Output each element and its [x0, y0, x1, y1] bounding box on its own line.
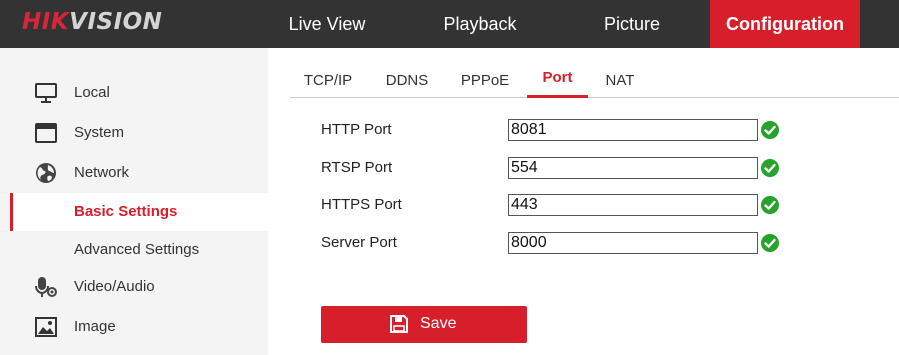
https-port-valid-icon [761, 196, 779, 214]
window-icon [35, 123, 57, 143]
sidebar-item-label: Advanced Settings [74, 241, 200, 258]
sidebar-item-system[interactable]: System [0, 113, 268, 153]
sidebar-item-label: Video/Audio [74, 278, 155, 295]
sidebar-item-label: Image [74, 318, 116, 335]
sidebar: Local System Network Basic Settings Adva… [0, 48, 268, 355]
sidebar-item-label: Local [74, 84, 110, 101]
tab-ddns[interactable]: DDNS [380, 60, 434, 98]
sidebar-item-basic-settings[interactable]: Basic Settings [10, 193, 268, 231]
sidebar-item-image[interactable]: Image [0, 307, 268, 347]
https-port-label: HTTPS Port [321, 196, 402, 213]
rtsp-port-input[interactable] [508, 157, 758, 179]
server-port-label: Server Port [321, 234, 397, 251]
http-port-label: HTTP Port [321, 121, 392, 138]
monitor-icon [35, 83, 57, 103]
sidebar-item-label: System [74, 124, 125, 141]
image-icon [35, 317, 57, 337]
server-port-input[interactable] [508, 232, 758, 254]
sidebar-item-advanced-settings[interactable]: Advanced Settings [10, 231, 268, 269]
sidebar-item-video-audio[interactable]: Video/Audio [0, 267, 268, 307]
sidebar-item-network[interactable]: Network [0, 153, 268, 193]
globe-icon [36, 163, 56, 183]
rtsp-port-valid-icon [761, 159, 779, 177]
nav-live-view[interactable]: Live View [268, 0, 386, 48]
tab-port[interactable]: Port [527, 60, 588, 98]
sidebar-item-label: Basic Settings [74, 203, 178, 220]
nav-playback[interactable]: Playback [418, 0, 542, 48]
nav-picture[interactable]: Picture [580, 0, 684, 48]
hikvision-logo: HIKVISION [22, 9, 163, 35]
rtsp-port-label: RTSP Port [321, 159, 393, 176]
sidebar-item-local[interactable]: Local [0, 73, 268, 113]
https-port-input[interactable] [508, 194, 758, 216]
tab-nat[interactable]: NAT [600, 60, 640, 98]
save-button[interactable]: Save [321, 306, 527, 343]
sidebar-item-label: Network [74, 164, 130, 181]
top-bar: HIKVISION Live View Playback Picture Con… [0, 0, 899, 48]
http-port-valid-icon [761, 121, 779, 139]
server-port-valid-icon [761, 234, 779, 252]
tab-tcp-ip[interactable]: TCP/IP [300, 60, 356, 98]
microphone-icon [35, 277, 57, 297]
save-button-label: Save [420, 315, 457, 332]
floppy-disk-icon [390, 315, 408, 333]
network-tabs: TCP/IP DDNS PPPoE Port NAT [290, 60, 899, 98]
http-port-input[interactable] [508, 119, 758, 141]
tab-pppoe[interactable]: PPPoE [458, 60, 512, 98]
nav-configuration[interactable]: Configuration [710, 0, 860, 48]
